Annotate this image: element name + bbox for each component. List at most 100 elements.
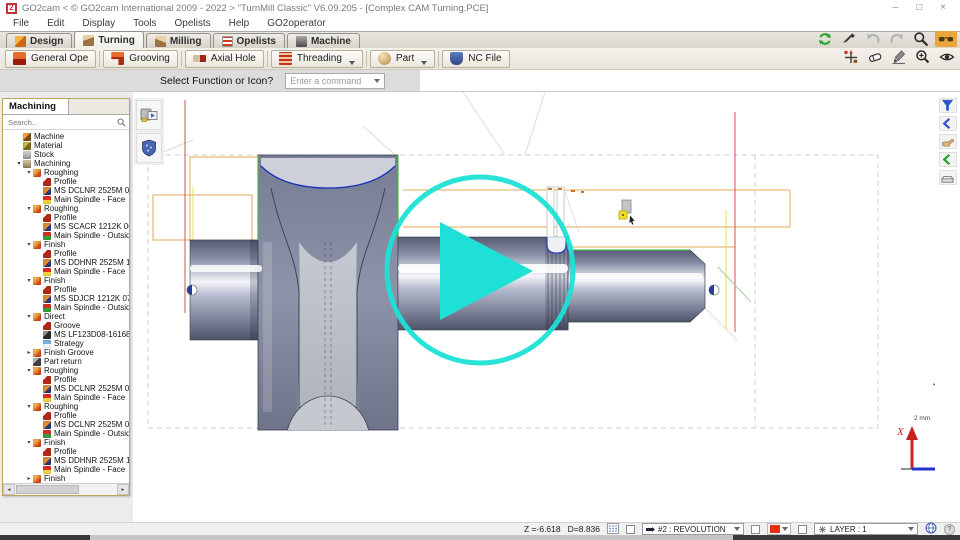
tree-item-machine[interactable]: Machine bbox=[3, 132, 129, 141]
tree-item-finish-groove[interactable]: ▸Finish Groove bbox=[3, 348, 129, 357]
expander-icon[interactable]: ▸ bbox=[25, 476, 33, 482]
nc-shield-icon[interactable] bbox=[136, 133, 162, 163]
expander-icon[interactable]: ▾ bbox=[15, 161, 23, 167]
scroll-right-icon[interactable]: ► bbox=[117, 484, 129, 495]
command-combobox[interactable]: Enter a command bbox=[285, 73, 385, 89]
minimize-button[interactable]: – bbox=[893, 3, 899, 13]
tree-item-main-spindle-face[interactable]: Main Spindle - Face bbox=[3, 267, 129, 276]
scroll-left-icon[interactable]: ◄ bbox=[3, 484, 15, 495]
color-checkbox[interactable] bbox=[751, 525, 760, 534]
threading-button[interactable]: Threading bbox=[271, 50, 363, 68]
undo-icon[interactable] bbox=[863, 31, 883, 47]
revolution-checkbox[interactable] bbox=[626, 525, 635, 534]
tab-machine[interactable]: Machine bbox=[287, 33, 360, 48]
chevron-down-icon[interactable] bbox=[349, 61, 355, 65]
tree-item-ms-lf123d08-16168-t01[interactable]: MS LF123D08-16168.T01 bbox=[3, 330, 129, 339]
tab-machining[interactable]: Machining bbox=[3, 99, 69, 114]
tree-item-stock[interactable]: Stock bbox=[3, 150, 129, 159]
tree-item-strategy[interactable]: Strategy bbox=[3, 339, 129, 348]
tree-item-finish[interactable]: ▾Finish bbox=[3, 438, 129, 447]
collapse-blue-icon[interactable] bbox=[939, 116, 957, 131]
globe-icon[interactable] bbox=[925, 522, 937, 536]
tree-item-finish[interactable]: ▾Finish bbox=[3, 276, 129, 285]
tree-item-direct[interactable]: ▾Direct bbox=[3, 312, 129, 321]
tree-item-main-spindle-face[interactable]: Main Spindle - Face bbox=[3, 393, 129, 402]
tree-item-machining[interactable]: ▾Machining bbox=[3, 159, 129, 168]
grooving-button[interactable]: Grooving bbox=[103, 50, 178, 68]
tab-milling[interactable]: Milling bbox=[146, 33, 211, 48]
tree-item-ms-dclnr-2525m-09-t00[interactable]: MS DCLNR 2525M 09.T00 bbox=[3, 186, 129, 195]
expander-icon[interactable]: ▾ bbox=[25, 404, 33, 410]
nc-file-button[interactable]: NC File bbox=[442, 50, 509, 68]
tree-item-finish[interactable]: ▾Finish bbox=[3, 240, 129, 249]
caliper-icon[interactable] bbox=[839, 31, 859, 47]
tree-item-profile[interactable]: Profile bbox=[3, 411, 129, 420]
tree-item-material[interactable]: Material bbox=[3, 141, 129, 150]
eraser-icon[interactable] bbox=[865, 49, 885, 65]
axial-hole-button[interactable]: Axial Hole bbox=[185, 50, 264, 68]
tree-item-profile[interactable]: Profile bbox=[3, 177, 129, 186]
tree-horizontal-scrollbar[interactable]: ◄ ► bbox=[3, 483, 129, 495]
tree-item-main-spindle-outside[interactable]: Main Spindle - Outside bbox=[3, 303, 129, 312]
viewport[interactable]: 2 mm X Z bbox=[133, 92, 935, 522]
tray-icon[interactable] bbox=[939, 170, 957, 185]
expander-icon[interactable]: ▾ bbox=[25, 242, 33, 248]
menu-tools[interactable]: Tools bbox=[124, 18, 165, 29]
help-icon[interactable]: ? bbox=[944, 524, 955, 535]
grid-icon[interactable] bbox=[607, 523, 619, 536]
scrollbar-thumb[interactable] bbox=[16, 485, 79, 494]
menu-opelists[interactable]: Opelists bbox=[166, 18, 220, 29]
clean-icon[interactable] bbox=[889, 49, 909, 65]
tree-item-main-spindle-face[interactable]: Main Spindle - Face bbox=[3, 195, 129, 204]
eye-icon[interactable] bbox=[937, 49, 957, 65]
expander-icon[interactable]: ▾ bbox=[25, 170, 33, 176]
tree-item-finish[interactable]: ▸Finish bbox=[3, 474, 129, 483]
expander-icon[interactable]: ▸ bbox=[25, 350, 33, 356]
tree-item-profile[interactable]: Profile bbox=[3, 375, 129, 384]
glasses-icon[interactable] bbox=[935, 31, 957, 47]
tree-item-profile[interactable]: Profile bbox=[3, 447, 129, 456]
tab-design[interactable]: Design bbox=[6, 33, 72, 48]
tab-turning[interactable]: Turning bbox=[74, 31, 143, 48]
expander-icon[interactable]: ▾ bbox=[25, 278, 33, 284]
tree-item-roughing[interactable]: ▾Roughing bbox=[3, 366, 129, 375]
tree-item-ms-sdjcr-1212k-07-s-t0[interactable]: MS SDJCR 1212K 07-S.T0 bbox=[3, 294, 129, 303]
tree-item-ms-scacr-1212k-06-s-t0[interactable]: MS SCACR 1212K 06-S.T0 bbox=[3, 222, 129, 231]
tree-item-ms-dclnr-2525m-09-t00[interactable]: MS DCLNR 2525M 09.T00 bbox=[3, 384, 129, 393]
layer-checkbox[interactable] bbox=[798, 525, 807, 534]
tree-item-ms-ddhnr-2525m-15-t00[interactable]: MS DDHNR 2525M 15.T00 bbox=[3, 258, 129, 267]
color-picker[interactable] bbox=[767, 523, 791, 535]
tree-item-part-return[interactable]: Part return bbox=[3, 357, 129, 366]
hand-icon[interactable] bbox=[939, 134, 957, 149]
filter-icon[interactable] bbox=[939, 98, 957, 113]
tree-item-main-spindle-outside[interactable]: Main Spindle - Outside bbox=[3, 231, 129, 240]
chevron-down-icon[interactable] bbox=[421, 61, 427, 65]
menu-help[interactable]: Help bbox=[220, 18, 259, 29]
maximize-button[interactable]: □ bbox=[916, 3, 922, 13]
part-model[interactable] bbox=[190, 155, 751, 488]
collapse-green-icon[interactable] bbox=[939, 152, 957, 167]
revolution-combobox[interactable]: #2 : REVOLUTION bbox=[642, 523, 744, 535]
general-ope-button[interactable]: General Ope bbox=[5, 50, 96, 68]
cad-scene[interactable]: 2 mm X Z bbox=[133, 92, 935, 522]
tree-item-roughing[interactable]: ▾Roughing bbox=[3, 402, 129, 411]
tree-item-roughing[interactable]: ▾Roughing bbox=[3, 204, 129, 213]
tree-item-groove[interactable]: Groove bbox=[3, 321, 129, 330]
tab-opelists[interactable]: Opelists bbox=[213, 33, 285, 48]
menu-display[interactable]: Display bbox=[73, 18, 124, 29]
expander-icon[interactable]: ▾ bbox=[25, 206, 33, 212]
menu-go2operator[interactable]: GO2operator bbox=[258, 18, 334, 29]
measure-tools-icon[interactable] bbox=[841, 49, 861, 65]
zoom-window-icon[interactable] bbox=[913, 49, 933, 65]
zoom-icon[interactable] bbox=[911, 31, 931, 47]
close-button[interactable]: × bbox=[940, 3, 946, 13]
tree-item-ms-dclnr-2525m-09-t00[interactable]: MS DCLNR 2525M 09.T00 bbox=[3, 420, 129, 429]
menu-edit[interactable]: Edit bbox=[38, 18, 73, 29]
tree-item-profile[interactable]: Profile bbox=[3, 213, 129, 222]
tree-item-roughing[interactable]: ▾Roughing bbox=[3, 168, 129, 177]
simulation-icon[interactable] bbox=[136, 100, 162, 130]
redo-icon[interactable] bbox=[887, 31, 907, 47]
tree-item-profile[interactable]: Profile bbox=[3, 249, 129, 258]
tree-item-main-spindle-outside[interactable]: Main Spindle - Outside bbox=[3, 429, 129, 438]
part-button[interactable]: Part bbox=[370, 50, 435, 68]
